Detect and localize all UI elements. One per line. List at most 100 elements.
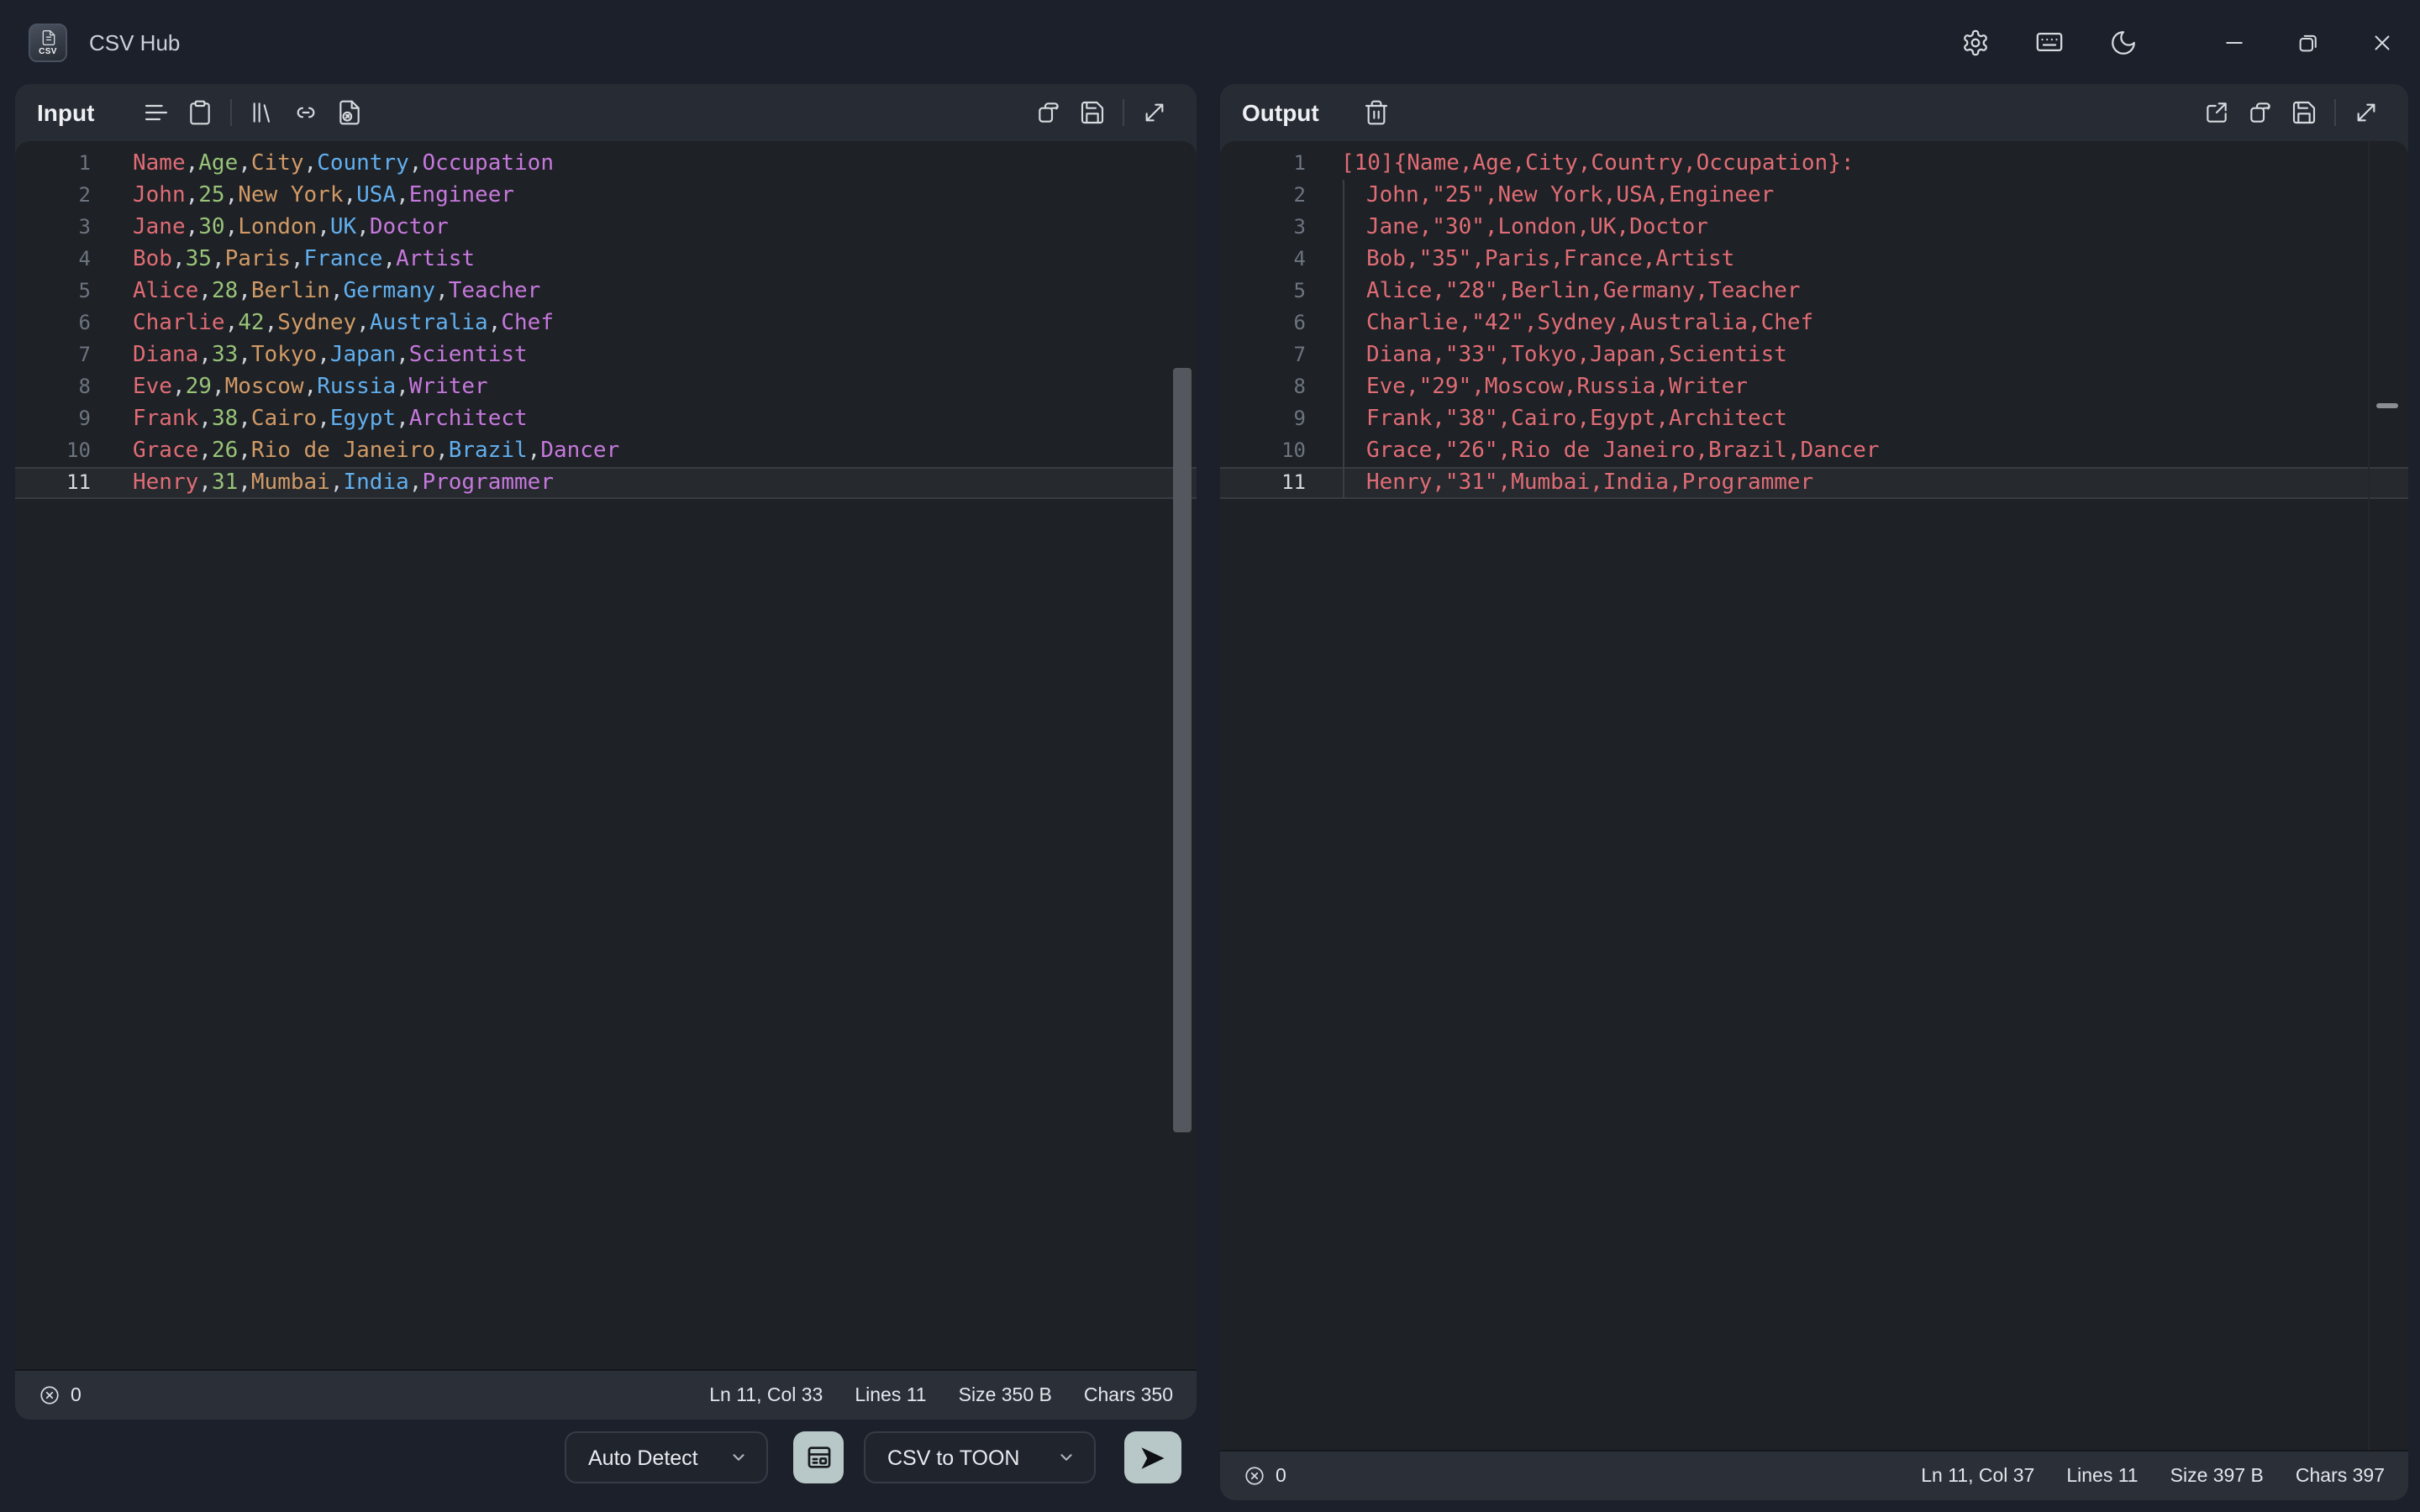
keyboard-icon [2035, 27, 2064, 57]
format-select-value: Auto Detect [588, 1446, 698, 1469]
line-text: Bob,"35",Paris,France,Artist [1306, 244, 1734, 276]
copy-output-button[interactable] [2238, 91, 2282, 134]
settings-button[interactable] [1961, 28, 1990, 56]
line-number: 1 [1220, 148, 1306, 180]
save-input-button[interactable] [1071, 91, 1114, 134]
line-number: 11 [15, 467, 91, 499]
line-number: 1 [15, 148, 91, 180]
input-scrollbar-thumb[interactable] [1173, 368, 1192, 1132]
close-icon [2370, 29, 2395, 55]
line-number: 8 [15, 371, 91, 403]
output-code-line[interactable]: 10Grace,"26",Rio de Janeiro,Brazil,Dance… [1220, 435, 2408, 467]
line-text: Alice,"28",Berlin,Germany,Teacher [1306, 276, 1801, 307]
convert-send-button[interactable] [1124, 1431, 1181, 1483]
send-icon [1138, 1442, 1168, 1473]
output-panel: Output [1220, 84, 2408, 1500]
input-code-line[interactable]: 7Diana,33,Tokyo,Japan,Scientist [15, 339, 1197, 371]
chevron-down-icon [729, 1448, 748, 1467]
line-number: 4 [1220, 244, 1306, 276]
format-select[interactable]: Auto Detect [565, 1431, 768, 1483]
line-text: Grace,26,Rio de Janeiro,Brazil,Dancer [91, 435, 619, 467]
output-scrollbar-thumb[interactable] [2376, 403, 2398, 408]
output-code-line[interactable]: 1[10]{Name,Age,City,Country,Occupation}: [1220, 148, 2408, 180]
output-editor[interactable]: 1[10]{Name,Age,City,Country,Occupation}:… [1220, 141, 2408, 1450]
titlebar: CSV CSV Hub [0, 0, 2420, 84]
input-code-line[interactable]: 2John,25,New York,USA,Engineer [15, 180, 1197, 212]
input-line-count: Lines 11 [855, 1385, 926, 1405]
output-size: Size 397 B [2170, 1466, 2264, 1486]
input-code-line[interactable]: 9Frank,38,Cairo,Egypt,Architect [15, 403, 1197, 435]
conversion-select[interactable]: CSV to TOON [864, 1431, 1096, 1483]
input-toolbar: Input [15, 84, 1197, 141]
open-file-button[interactable] [328, 91, 371, 134]
line-text: Henry,31,Mumbai,India,Programmer [91, 467, 554, 499]
format-lines-icon [143, 99, 170, 126]
app-window: CSV CSV Hub [0, 0, 2420, 1512]
output-code-line[interactable]: 6Charlie,"42",Sydney,Australia,Chef [1220, 307, 2408, 339]
toolbar-divider [2334, 99, 2336, 126]
restore-button[interactable] [2294, 28, 2323, 56]
expand-input-button[interactable] [1133, 91, 1176, 134]
sample-data-button[interactable] [240, 91, 284, 134]
output-code-line[interactable]: 4Bob,"35",Paris,France,Artist [1220, 244, 2408, 276]
clear-output-button[interactable] [1355, 91, 1398, 134]
share-output-button[interactable] [2195, 91, 2238, 134]
output-code-line[interactable]: 2John,"25",New York,USA,Engineer [1220, 180, 2408, 212]
output-code-line[interactable]: 8Eve,"29",Moscow,Russia,Writer [1220, 371, 2408, 403]
expand-output-button[interactable] [2344, 91, 2388, 134]
input-code-line[interactable]: 3Jane,30,London,UK,Doctor [15, 212, 1197, 244]
input-code-line[interactable]: 10Grace,26,Rio de Janeiro,Brazil,Dancer [15, 435, 1197, 467]
close-button[interactable] [2368, 28, 2396, 56]
app-logo: CSV [29, 23, 67, 61]
input-code-line[interactable]: 1Name,Age,City,Country,Occupation [15, 148, 1197, 180]
output-statusbar: 0 Ln 11, Col 37 Lines 11 Size 397 B Char… [1220, 1450, 2408, 1500]
copy-icon [1035, 99, 1062, 126]
input-code-line[interactable]: 4Bob,35,Paris,France,Artist [15, 244, 1197, 276]
format-button[interactable] [134, 91, 178, 134]
output-code-line[interactable]: 5Alice,"28",Berlin,Germany,Teacher [1220, 276, 2408, 307]
line-number: 6 [1220, 307, 1306, 339]
line-text: Frank,"38",Cairo,Egypt,Architect [1306, 403, 1787, 435]
copy-input-button[interactable] [1027, 91, 1071, 134]
input-code-line[interactable]: 6Charlie,42,Sydney,Australia,Chef [15, 307, 1197, 339]
line-text: Eve,"29",Moscow,Russia,Writer [1306, 371, 1748, 403]
theme-toggle-button[interactable] [2109, 28, 2138, 56]
input-editor[interactable]: 1Name,Age,City,Country,Occupation2John,2… [15, 141, 1197, 1369]
keyboard-shortcuts-button[interactable] [2035, 28, 2064, 56]
input-size: Size 350 B [959, 1385, 1052, 1405]
output-code-line[interactable]: 11Henry,"31",Mumbai,India,Programmer [1220, 467, 2408, 499]
toolbar-divider [230, 99, 232, 126]
output-error-count: 0 [1276, 1466, 1286, 1486]
line-number: 5 [1220, 276, 1306, 307]
paste-button[interactable] [178, 91, 222, 134]
table-view-button[interactable] [793, 1431, 844, 1483]
input-code-line[interactable]: 5Alice,28,Berlin,Germany,Teacher [15, 276, 1197, 307]
output-code-line[interactable]: 7Diana,"33",Tokyo,Japan,Scientist [1220, 339, 2408, 371]
line-number: 2 [15, 180, 91, 212]
line-text: Charlie,42,Sydney,Australia,Chef [91, 307, 554, 339]
line-number: 7 [1220, 339, 1306, 371]
output-toolbar: Output [1220, 84, 2408, 141]
line-number: 10 [15, 435, 91, 467]
minimize-button[interactable] [2220, 28, 2249, 56]
line-text: John,"25",New York,USA,Engineer [1306, 180, 1774, 212]
input-char-count: Chars 350 [1084, 1385, 1173, 1405]
app-logo-text: CSV [39, 48, 57, 56]
toolbar-divider [1123, 99, 1124, 126]
output-code-line[interactable]: 9Frank,"38",Cairo,Egypt,Architect [1220, 403, 2408, 435]
window-title: CSV Hub [89, 29, 180, 55]
input-statusbar: 0 Ln 11, Col 33 Lines 11 Size 350 B Char… [15, 1369, 1197, 1420]
line-text: [10]{Name,Age,City,Country,Occupation}: [1306, 148, 1854, 180]
output-cursor-position: Ln 11, Col 37 [1921, 1466, 2034, 1486]
expand-icon [2353, 99, 2380, 126]
line-number: 11 [1220, 467, 1306, 499]
circle-x-icon [39, 1384, 60, 1406]
line-number: 9 [1220, 403, 1306, 435]
save-output-button[interactable] [2282, 91, 2326, 134]
load-url-button[interactable] [284, 91, 328, 134]
line-text: Jane,"30",London,UK,Doctor [1306, 212, 1708, 244]
input-code-line[interactable]: 11Henry,31,Mumbai,India,Programmer [15, 467, 1197, 499]
line-number: 2 [1220, 180, 1306, 212]
output-code-line[interactable]: 3Jane,"30",London,UK,Doctor [1220, 212, 2408, 244]
input-code-line[interactable]: 8Eve,29,Moscow,Russia,Writer [15, 371, 1197, 403]
